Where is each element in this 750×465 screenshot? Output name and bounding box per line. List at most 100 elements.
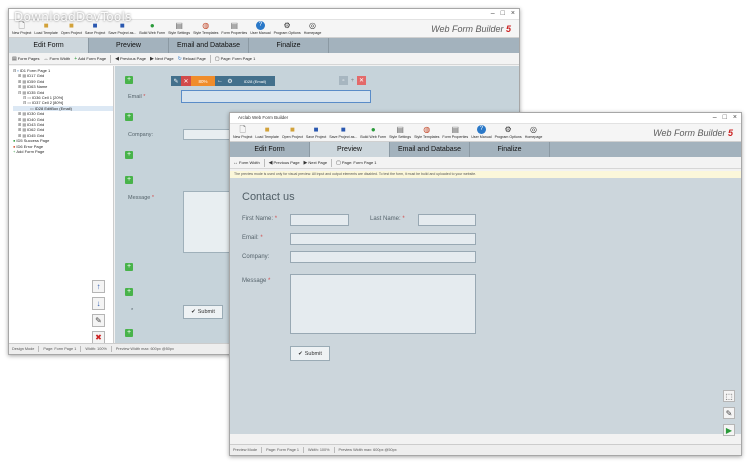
tab-edit-form[interactable]: Edit Form xyxy=(230,142,310,157)
last-name-input[interactable] xyxy=(418,214,476,226)
cell-add-button[interactable]: + xyxy=(348,76,357,85)
previous-icon: ◀ xyxy=(115,55,119,62)
page-selector[interactable]: ▢ Page: Form Page 1 xyxy=(336,160,376,166)
reload-page-button[interactable]: ↻ Reload Page xyxy=(178,56,206,62)
add-element-button[interactable]: + xyxy=(125,176,133,184)
cursor-icon: ⬚ xyxy=(725,391,733,401)
message-textarea[interactable] xyxy=(290,274,476,334)
homepage-button[interactable]: ◎ Homepage xyxy=(525,125,543,139)
build-web-form-button[interactable]: ● Build Web Form xyxy=(360,125,386,139)
next-page-button[interactable]: ▶ Next Page xyxy=(150,56,174,62)
separator xyxy=(333,447,335,453)
style-templates-button[interactable]: ◍ Style Templates xyxy=(193,21,218,35)
add-element-button[interactable]: + xyxy=(125,288,133,296)
next-icon: ▶ xyxy=(150,55,154,62)
save-project-button[interactable]: ■ Save Project xyxy=(306,125,326,139)
tab-finalize[interactable]: Finalize xyxy=(249,38,329,53)
submit-row-marker: * xyxy=(131,308,134,314)
style-settings-button[interactable]: ▤ Style Settings xyxy=(168,21,190,35)
tree-node[interactable]: + Add Form Page xyxy=(13,149,113,154)
add-element-button[interactable]: + xyxy=(125,329,133,337)
maximize-icon[interactable]: □ xyxy=(501,10,505,18)
load-template-button[interactable]: ■ Load Template xyxy=(255,125,279,139)
move-down-button[interactable]: ↓ xyxy=(92,297,105,310)
style-templates-button[interactable]: ◍ Style Templates xyxy=(414,125,439,139)
preview-notice: The preview mode is used only for visual… xyxy=(230,171,741,178)
tab-edit-form[interactable]: Edit Form xyxy=(9,38,89,53)
next-page-button[interactable]: ▶ Next Page xyxy=(304,160,328,166)
email-input[interactable] xyxy=(181,90,371,103)
previous-page-button[interactable]: ◀ Previous Page xyxy=(115,56,146,62)
cell-delete-button[interactable]: ✕ xyxy=(357,76,366,85)
save-project-as-button[interactable]: ■ Save Project as... xyxy=(108,21,136,35)
open-project-button[interactable]: ■ Open Project xyxy=(282,125,303,139)
form-pages-button[interactable]: ▤ Form Pages xyxy=(12,56,40,62)
form-properties-button[interactable]: ▤ Form Properties xyxy=(442,125,468,139)
user-manual-button[interactable]: ? User Manual xyxy=(250,21,271,35)
edit-field-button[interactable]: ✎ xyxy=(171,76,181,86)
minimize-icon[interactable]: – xyxy=(491,10,495,18)
new-project-icon: 🗋 xyxy=(18,21,25,30)
submit-button[interactable]: ✔ Submit xyxy=(183,305,223,319)
field-id-label: ID28 (Email) xyxy=(235,76,275,86)
form-width-button[interactable]: ↔ Form Width xyxy=(233,160,260,166)
new-project-button[interactable]: 🗋 New Project xyxy=(233,125,252,139)
delete-icon: ✖ xyxy=(95,333,102,342)
tab-preview[interactable]: Preview xyxy=(310,142,390,157)
tab-finalize[interactable]: Finalize xyxy=(470,142,550,157)
window-controls: – □ × xyxy=(713,114,737,122)
open-project-icon: ■ xyxy=(68,21,74,30)
company-input[interactable] xyxy=(290,251,476,263)
tab-preview[interactable]: Preview xyxy=(89,38,169,53)
page-selector[interactable]: ▢ Page: Form Page 1 xyxy=(215,56,255,62)
user-manual-button[interactable]: ? User Manual xyxy=(471,125,492,139)
add-element-button[interactable]: + xyxy=(125,113,133,121)
homepage-button[interactable]: ◎ Homepage xyxy=(304,21,322,35)
add-element-button[interactable]: + xyxy=(125,76,133,84)
field-toolbar: ✎ ✕ 80% ← ⚙ ID28 (Email) xyxy=(171,76,275,86)
back-button[interactable]: ← xyxy=(215,76,225,86)
move-up-button[interactable]: ↑ xyxy=(92,280,105,293)
settings-button[interactable]: ⚙ xyxy=(225,76,235,86)
preview-tool-button[interactable]: ⬚ xyxy=(723,390,735,402)
homepage-icon: ◎ xyxy=(530,125,538,134)
email-label: Email * xyxy=(128,94,146,100)
main-toolbar: 🗋 New Project ■ Load Template ■ Open Projec… xyxy=(9,20,519,38)
delete-field-button[interactable]: ✕ xyxy=(181,76,191,86)
add-element-button[interactable]: + xyxy=(125,263,133,271)
save-project-button[interactable]: ■ Save Project xyxy=(85,21,105,35)
build-web-form-button[interactable]: ● Build Web Form xyxy=(139,21,165,35)
load-template-button[interactable]: ■ Load Template xyxy=(34,21,58,35)
program-options-button[interactable]: ⚙ Program Options xyxy=(495,125,522,139)
edit-element-button[interactable]: ✎ xyxy=(92,314,105,327)
first-name-input[interactable] xyxy=(290,214,349,226)
resize-field-button[interactable]: 80% xyxy=(191,76,215,86)
close-icon[interactable]: × xyxy=(511,10,515,18)
style-settings-button[interactable]: ▤ Style Settings xyxy=(389,125,411,139)
email-input[interactable] xyxy=(290,233,476,245)
submit-button[interactable]: ✔ Submit xyxy=(290,346,330,361)
main-tabs: Edit Form Preview Email and Database Fin… xyxy=(9,38,519,53)
first-name-label: First Name: * xyxy=(242,216,278,222)
cell-layout-button[interactable]: ▫ xyxy=(339,76,348,85)
add-element-button[interactable]: + xyxy=(125,151,133,159)
add-icon: + xyxy=(74,55,78,62)
maximize-icon[interactable]: □ xyxy=(723,114,727,122)
save-project-as-icon: ■ xyxy=(340,125,346,134)
save-project-as-button[interactable]: ■ Save Project as... xyxy=(329,125,357,139)
gear-icon: ⚙ xyxy=(227,78,233,85)
form-width-button[interactable]: ↔ Form Width xyxy=(44,56,71,62)
program-options-button[interactable]: ⚙ Program Options xyxy=(274,21,301,35)
minimize-icon[interactable]: – xyxy=(713,114,717,122)
edit-button[interactable]: ✎ xyxy=(723,407,735,419)
add-form-page-button[interactable]: + Add Form Page xyxy=(74,56,106,62)
new-project-button[interactable]: 🗋 New Project xyxy=(12,21,31,35)
tab-email-database[interactable]: Email and Database xyxy=(169,38,249,53)
previous-page-button[interactable]: ◀ Previous Page xyxy=(269,160,300,166)
close-icon[interactable]: × xyxy=(733,114,737,122)
form-properties-button[interactable]: ▤ Form Properties xyxy=(221,21,247,35)
open-project-button[interactable]: ■ Open Project xyxy=(61,21,82,35)
run-button[interactable]: ▶ xyxy=(723,424,735,436)
form-properties-icon: ▤ xyxy=(230,21,239,30)
tab-email-database[interactable]: Email and Database xyxy=(390,142,470,157)
